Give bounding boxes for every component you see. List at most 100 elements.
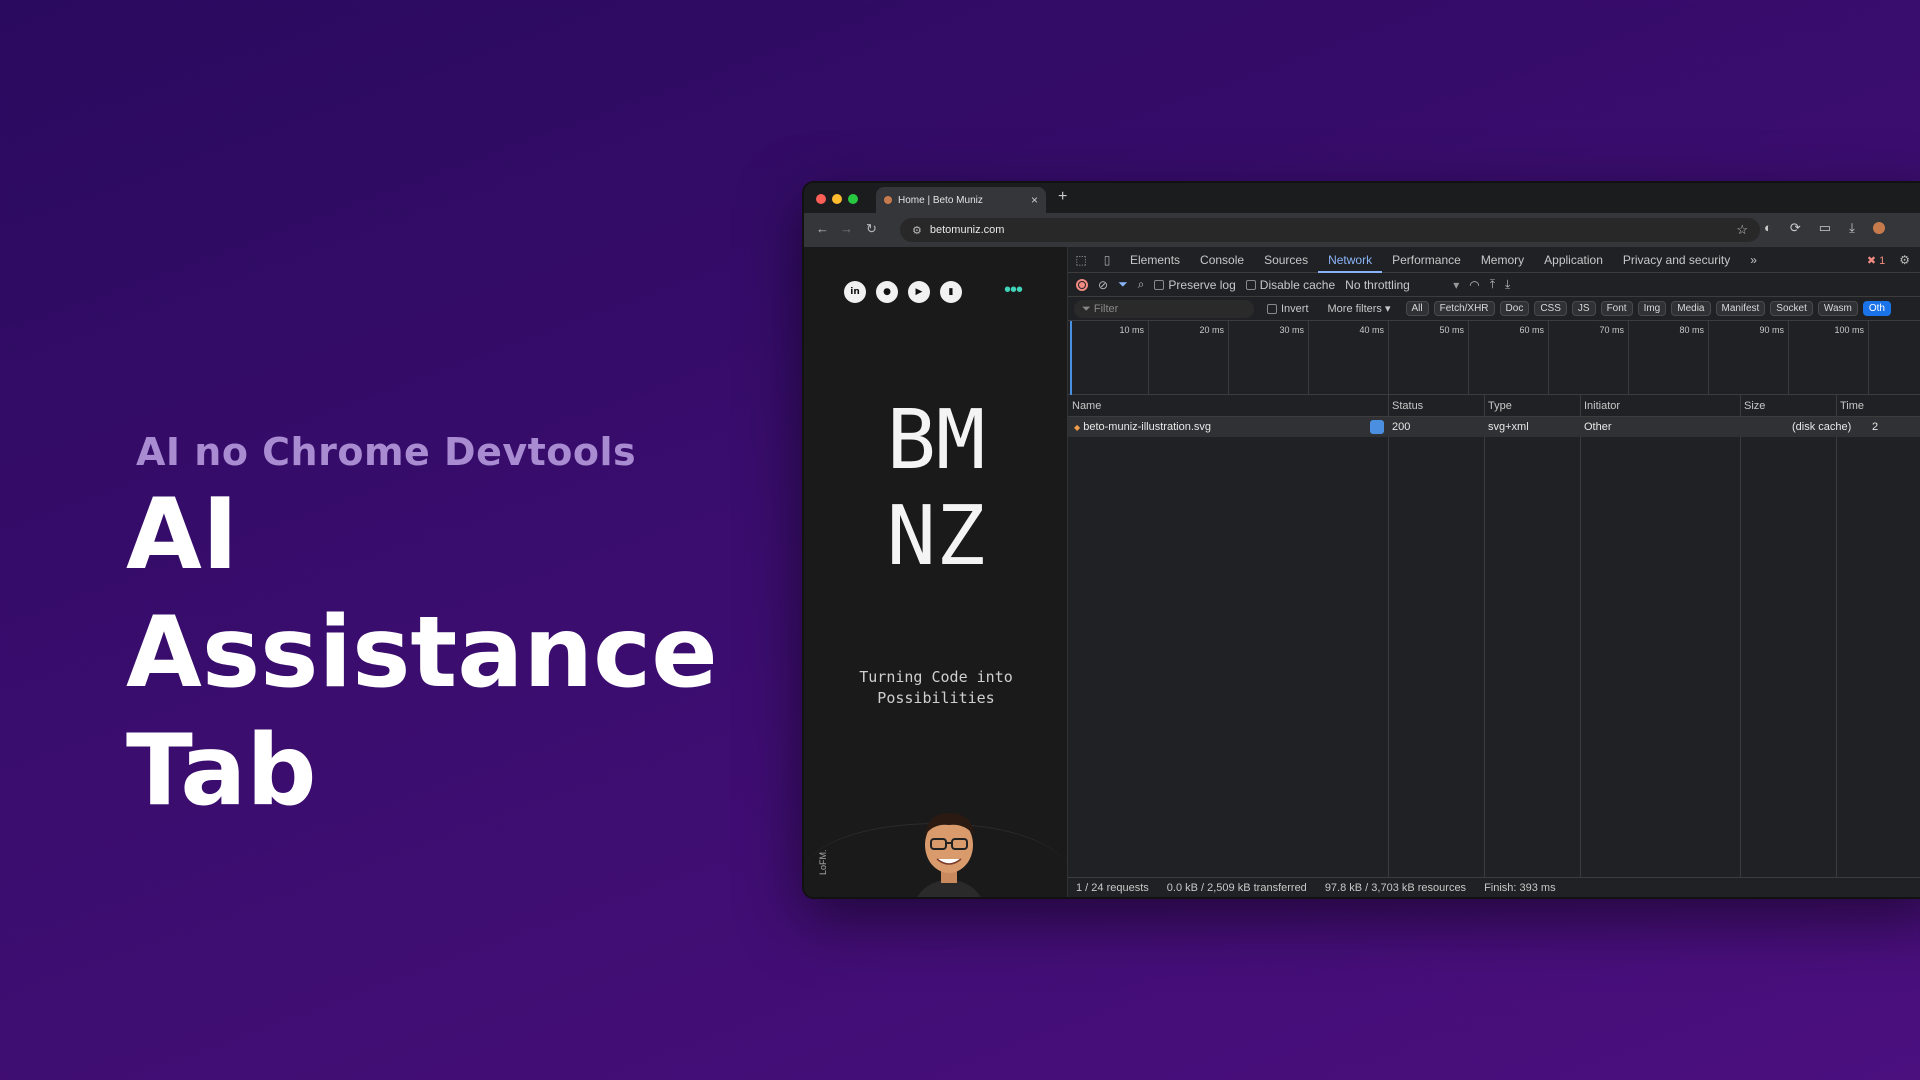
timeline-label: 10 ms bbox=[1119, 325, 1144, 335]
error-count-badge[interactable]: ✖ 1 bbox=[1867, 254, 1885, 267]
column-header-name[interactable]: Name bbox=[1068, 395, 1101, 416]
column-header-initiator[interactable]: Initiator bbox=[1580, 395, 1620, 416]
address-bar[interactable]: ⚙ betomuniz.com ☆ bbox=[900, 218, 1760, 242]
request-status: 200 bbox=[1392, 421, 1411, 433]
tab-performance[interactable]: Performance bbox=[1382, 247, 1471, 273]
timeline-divider bbox=[1228, 321, 1229, 395]
ai-assist-icon[interactable] bbox=[1370, 420, 1384, 434]
menu-dots-icon[interactable]: ••• bbox=[1004, 279, 1023, 302]
minimize-window-button[interactable] bbox=[832, 194, 842, 204]
chip-other[interactable]: Oth bbox=[1862, 301, 1891, 316]
filter-placeholder: Filter bbox=[1093, 302, 1119, 315]
table-row[interactable]: ◆ beto-muniz-illustration.svg 200 svg+xm… bbox=[1068, 417, 1920, 437]
disable-cache-checkbox[interactable]: Disable cache bbox=[1245, 278, 1335, 292]
timeline-label: 50 ms bbox=[1439, 325, 1464, 335]
back-icon[interactable]: ← bbox=[816, 221, 829, 236]
sync-icon[interactable]: ⟳ bbox=[1790, 220, 1801, 236]
request-size: (disk cache) bbox=[1792, 421, 1852, 433]
transferred-size: 0.0 kB / 2,509 kB transferred bbox=[1166, 881, 1307, 894]
column-header-size[interactable]: Size bbox=[1740, 395, 1765, 416]
chip-manifest[interactable]: Manifest bbox=[1715, 301, 1766, 316]
url-text: betomuniz.com bbox=[929, 224, 1005, 236]
svg-file-icon: ◆ bbox=[1074, 423, 1081, 432]
inspect-element-icon[interactable]: ⬚ bbox=[1068, 253, 1094, 267]
preserve-log-label: Preserve log bbox=[1168, 277, 1236, 292]
more-filters-dropdown[interactable]: More filters ▾ bbox=[1328, 302, 1391, 315]
tab-memory[interactable]: Memory bbox=[1471, 247, 1534, 273]
invert-checkbox[interactable]: Invert bbox=[1267, 303, 1309, 315]
column-header-time[interactable]: Time bbox=[1836, 395, 1864, 416]
chip-font[interactable]: Font bbox=[1600, 301, 1633, 316]
requests-count: 1 / 24 requests bbox=[1076, 881, 1149, 894]
site-logo: BM NZ bbox=[804, 393, 1068, 585]
github-icon[interactable]: ● bbox=[876, 281, 898, 303]
column-divider bbox=[1484, 395, 1485, 877]
column-header-status[interactable]: Status bbox=[1388, 395, 1423, 416]
side-panel-icon[interactable]: ▭ bbox=[1819, 220, 1831, 236]
timeline-divider bbox=[1148, 321, 1149, 395]
clear-icon[interactable]: ⊘ bbox=[1098, 278, 1108, 292]
filter-input[interactable]: ⏷ Filter bbox=[1074, 299, 1254, 318]
filter-icon: ⏷ bbox=[1082, 302, 1094, 315]
request-initiator: Other bbox=[1584, 421, 1612, 433]
site-info-icon[interactable]: ⚙ bbox=[912, 224, 922, 237]
tab-sources[interactable]: Sources bbox=[1254, 247, 1318, 273]
linkedin-icon[interactable]: in bbox=[844, 281, 866, 303]
timeline-label: 40 ms bbox=[1359, 325, 1384, 335]
chip-img[interactable]: Img bbox=[1637, 301, 1667, 316]
chip-fetch-xhr[interactable]: Fetch/XHR bbox=[1433, 301, 1495, 316]
record-icon[interactable] bbox=[1076, 278, 1088, 291]
maximize-window-button[interactable] bbox=[848, 194, 858, 204]
preserve-log-checkbox[interactable]: Preserve log bbox=[1154, 277, 1236, 292]
throttling-select[interactable]: No throttling ▾ bbox=[1345, 278, 1459, 292]
tab-privacy-security[interactable]: Privacy and security bbox=[1613, 247, 1740, 273]
extension-icon[interactable]: ◐ bbox=[1764, 220, 1772, 236]
tab-bar: Home | Beto Muniz × + bbox=[804, 183, 1920, 213]
wifi-conditions-icon[interactable]: ◠ bbox=[1469, 278, 1479, 292]
column-divider bbox=[1580, 395, 1581, 877]
network-status-bar: 1 / 24 requests 0.0 kB / 2,509 kB transf… bbox=[1068, 877, 1920, 897]
bookmark-star-icon[interactable]: ☆ bbox=[1736, 222, 1748, 238]
slide-title-line: AI bbox=[126, 478, 239, 592]
download-icon[interactable]: ⤓ bbox=[1849, 220, 1855, 236]
browser-window: Home | Beto Muniz × + ← → ↻ ⚙ betomuniz.… bbox=[802, 181, 1920, 899]
chip-js[interactable]: JS bbox=[1571, 301, 1596, 316]
youtube-icon[interactable]: ▶ bbox=[908, 281, 930, 303]
slide-subtitle: AI no Chrome Devtools bbox=[136, 430, 637, 474]
close-tab-icon[interactable]: × bbox=[1031, 193, 1038, 207]
filter-bar: ⏷ Filter Invert More filters ▾ All Fetch… bbox=[1068, 297, 1920, 321]
request-time: 2 bbox=[1872, 421, 1879, 433]
column-divider bbox=[1836, 395, 1837, 877]
lofm-label: LoFM. bbox=[818, 849, 828, 875]
bookmark-icon[interactable]: ▮ bbox=[940, 281, 962, 303]
search-icon[interactable]: ⌕ bbox=[1138, 277, 1145, 292]
reload-icon[interactable]: ↻ bbox=[866, 221, 877, 237]
chip-all[interactable]: All bbox=[1405, 301, 1429, 316]
new-tab-icon[interactable]: + bbox=[1058, 188, 1067, 206]
more-tabs-icon[interactable]: » bbox=[1740, 247, 1767, 273]
profile-avatar[interactable] bbox=[1872, 222, 1885, 234]
column-header-type[interactable]: Type bbox=[1484, 395, 1512, 416]
chip-socket[interactable]: Socket bbox=[1770, 301, 1813, 316]
download-har-icon[interactable]: ⤓ bbox=[1505, 277, 1510, 292]
network-timeline[interactable]: 10 ms 20 ms 30 ms 40 ms 50 ms 60 ms 70 m… bbox=[1068, 321, 1920, 395]
tab-network[interactable]: Network bbox=[1318, 247, 1383, 273]
chip-wasm[interactable]: Wasm bbox=[1817, 301, 1858, 316]
timeline-label: 80 ms bbox=[1679, 325, 1704, 335]
browser-tab[interactable]: Home | Beto Muniz × bbox=[876, 187, 1046, 213]
chip-media[interactable]: Media bbox=[1671, 301, 1711, 316]
chip-doc[interactable]: Doc bbox=[1499, 301, 1530, 316]
close-window-button[interactable] bbox=[816, 194, 826, 204]
requests-table: Name Status Type Initiator Size Time ◆ b… bbox=[1068, 395, 1920, 877]
tab-console[interactable]: Console bbox=[1190, 247, 1254, 273]
tab-elements[interactable]: Elements bbox=[1120, 247, 1190, 273]
devtools-panel: ⬚ ▯ Elements Console Sources Network Per… bbox=[1068, 247, 1920, 897]
forward-icon[interactable]: → bbox=[840, 221, 853, 236]
upload-har-icon[interactable]: ⤒ bbox=[1490, 277, 1495, 292]
filter-funnel-icon[interactable]: ⏷ bbox=[1118, 277, 1128, 292]
chip-css[interactable]: CSS bbox=[1534, 301, 1567, 316]
tab-application[interactable]: Application bbox=[1534, 247, 1613, 273]
device-toolbar-icon[interactable]: ▯ bbox=[1094, 253, 1120, 267]
settings-gear-icon[interactable]: ⚙ bbox=[1899, 253, 1910, 267]
request-name-text: beto-muniz-illustration.svg bbox=[1083, 421, 1211, 433]
